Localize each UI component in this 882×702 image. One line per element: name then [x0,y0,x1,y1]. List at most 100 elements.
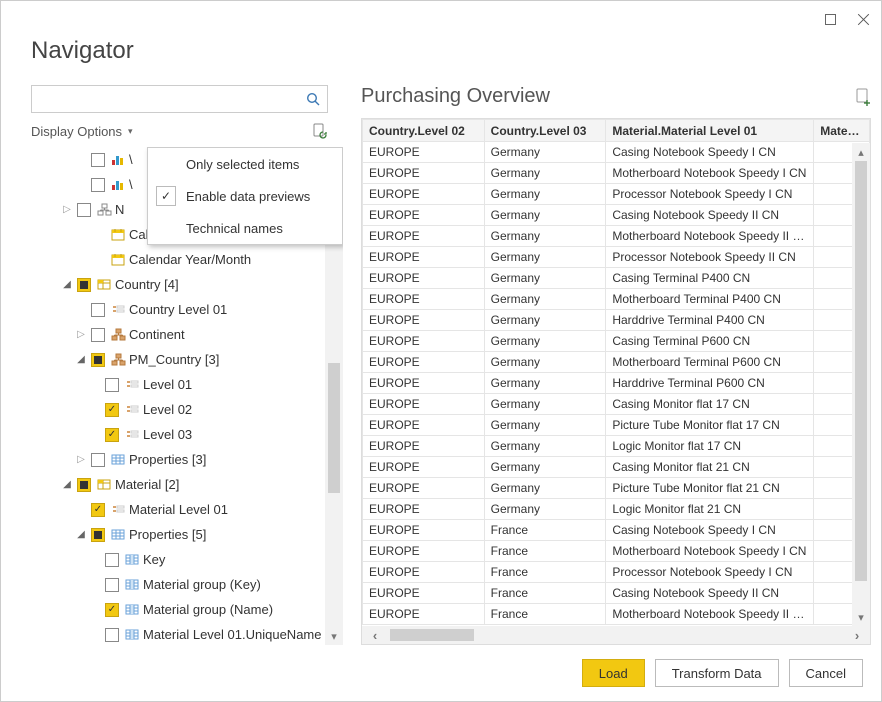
search-input[interactable] [32,86,299,112]
table-cell: France [484,541,606,562]
checkbox[interactable]: ✓ [105,603,119,617]
tree-row[interactable]: Level 01 [31,372,328,397]
scroll-down-icon[interactable]: ▾ [852,608,870,626]
checkbox[interactable] [91,153,105,167]
checkbox[interactable]: ✓ [105,428,119,442]
tree-item-label: Material Level 01 [129,502,228,517]
menu-item[interactable]: ✓Enable data previews [148,180,342,212]
scrollbar-thumb[interactable] [328,363,340,493]
tree-row[interactable]: Key [31,547,328,572]
add-preview-icon[interactable] [855,88,871,106]
tree-item-label: Country [4] [115,277,179,292]
column-header[interactable]: Country.Level 02 [363,120,485,142]
tree-row[interactable]: ◢PM_Country [3] [31,347,328,372]
column-header[interactable]: Material.Material Level 01 [606,120,814,142]
checkbox[interactable] [105,578,119,592]
checkbox[interactable] [105,378,119,392]
table-row[interactable]: EUROPEGermanyCasing Monitor flat 17 CN [363,394,870,415]
collapse-arrow-icon[interactable]: ◢ [61,479,73,490]
search-icon[interactable] [299,86,327,112]
checkbox[interactable] [77,478,91,492]
tree-row[interactable]: ▷Continent [31,322,328,347]
table-row[interactable]: EUROPEGermanyMotherboard Notebook Speedy… [363,226,870,247]
table-row[interactable]: EUROPEGermanyCasing Monitor flat 21 CN [363,457,870,478]
tree-row[interactable]: Material group (Key) [31,572,328,597]
table-cell: EUROPE [363,373,485,394]
grid-hscrollbar[interactable]: ‹ › [362,626,870,644]
grid-vscrollbar[interactable]: ▴ ▾ [852,143,870,626]
scroll-right-icon[interactable]: › [844,626,870,644]
checkbox[interactable] [77,278,91,292]
table-cell: EUROPE [363,478,485,499]
table-row[interactable]: EUROPEGermanyProcessor Notebook Speedy I… [363,184,870,205]
checkbox[interactable] [91,353,105,367]
table-row[interactable]: EUROPEGermanyCasing Terminal P600 CN [363,331,870,352]
checkbox[interactable] [91,328,105,342]
column-header[interactable]: Material [814,120,870,142]
tree-row[interactable]: ▷Properties [3] [31,447,328,472]
expand-arrow-icon[interactable]: ▷ [75,329,87,340]
checkbox[interactable] [105,628,119,642]
checkbox[interactable]: ✓ [91,503,105,517]
expand-arrow-icon[interactable]: ▷ [61,204,73,215]
checkbox[interactable] [91,453,105,467]
checkbox[interactable] [77,203,91,217]
table-row[interactable]: EUROPEGermanyCasing Terminal P400 CN [363,268,870,289]
collapse-arrow-icon[interactable]: ◢ [61,279,73,290]
checkbox[interactable] [105,553,119,567]
table-row[interactable]: EUROPEGermanyHarddrive Terminal P600 CN [363,373,870,394]
checkbox[interactable] [91,528,105,542]
table-row[interactable]: EUROPEGermanyMotherboard Terminal P400 C… [363,289,870,310]
table-row[interactable]: EUROPEFranceCasing Notebook Speedy II CN [363,583,870,604]
tree-row[interactable]: ✓Level 03 [31,422,328,447]
close-icon[interactable] [858,14,869,25]
restore-icon[interactable] [825,14,836,25]
load-button[interactable]: Load [582,659,645,687]
display-options-button[interactable]: Display Options ▾ [31,124,133,139]
table-row[interactable]: EUROPEGermanyMotherboard Terminal P600 C… [363,352,870,373]
table-row[interactable]: EUROPEGermanyCasing Notebook Speedy II C… [363,205,870,226]
refresh-icon[interactable] [312,123,328,139]
table-cell: Germany [484,352,606,373]
scroll-left-icon[interactable]: ‹ [362,626,388,644]
tree-row[interactable]: ◢Properties [5] [31,522,328,547]
tree-row[interactable]: Material Level 01.UniqueName [31,622,328,645]
menu-item[interactable]: Only selected items [148,148,342,180]
table-row[interactable]: EUROPEGermanyCasing Notebook Speedy I CN [363,142,870,163]
table-row[interactable]: EUROPEGermanyLogic Monitor flat 17 CN [363,436,870,457]
checkbox[interactable]: ✓ [105,403,119,417]
tree-row[interactable]: ◢ Country [4] [31,272,328,297]
checkbox[interactable] [91,178,105,192]
cancel-button[interactable]: Cancel [789,659,863,687]
collapse-arrow-icon[interactable]: ◢ [75,529,87,540]
scrollbar-thumb[interactable] [855,161,867,581]
tree-row[interactable]: Country Level 01 [31,297,328,322]
table-row[interactable]: EUROPEGermanyLogic Monitor flat 21 CN [363,499,870,520]
scroll-up-icon[interactable]: ▴ [852,143,870,161]
level-icon [123,403,141,416]
table-row[interactable]: EUROPEGermanyProcessor Notebook Speedy I… [363,247,870,268]
table-row[interactable]: EUROPEGermanyMotherboard Notebook Speedy… [363,163,870,184]
table-row[interactable]: EUROPEFranceCasing Notebook Speedy I CN [363,520,870,541]
table-row[interactable]: EUROPEGermanyPicture Tube Monitor flat 1… [363,415,870,436]
column-header[interactable]: Country.Level 03 [484,120,606,142]
tree-row[interactable]: Calendar Year/Month [31,247,328,272]
table-row[interactable]: EUROPEFranceMotherboard Notebook Speedy … [363,604,870,625]
menu-item[interactable]: Technical names [148,212,342,244]
title-bar [1,1,881,37]
checkbox[interactable] [91,303,105,317]
tree-row[interactable]: ✓ Material Level 01 [31,497,328,522]
collapse-arrow-icon[interactable]: ◢ [75,354,87,365]
expand-arrow-icon[interactable]: ▷ [75,454,87,465]
table-row[interactable]: EUROPEGermanyHarddrive Terminal P400 CN [363,310,870,331]
tree-row[interactable]: ✓Material group (Name) [31,597,328,622]
tree-row[interactable]: ◢Material [2] [31,472,328,497]
table-row[interactable]: EUROPEFranceProcessor Notebook Speedy I … [363,562,870,583]
scrollbar-thumb[interactable] [390,629,474,641]
scroll-down-icon[interactable]: ▾ [325,627,343,645]
table-row[interactable]: EUROPEGermanyPicture Tube Monitor flat 2… [363,478,870,499]
tree-row[interactable]: ✓Level 02 [31,397,328,422]
table-row[interactable]: EUROPEFranceMotherboard Notebook Speedy … [363,541,870,562]
search-box [31,85,328,113]
transform-data-button[interactable]: Transform Data [655,659,779,687]
